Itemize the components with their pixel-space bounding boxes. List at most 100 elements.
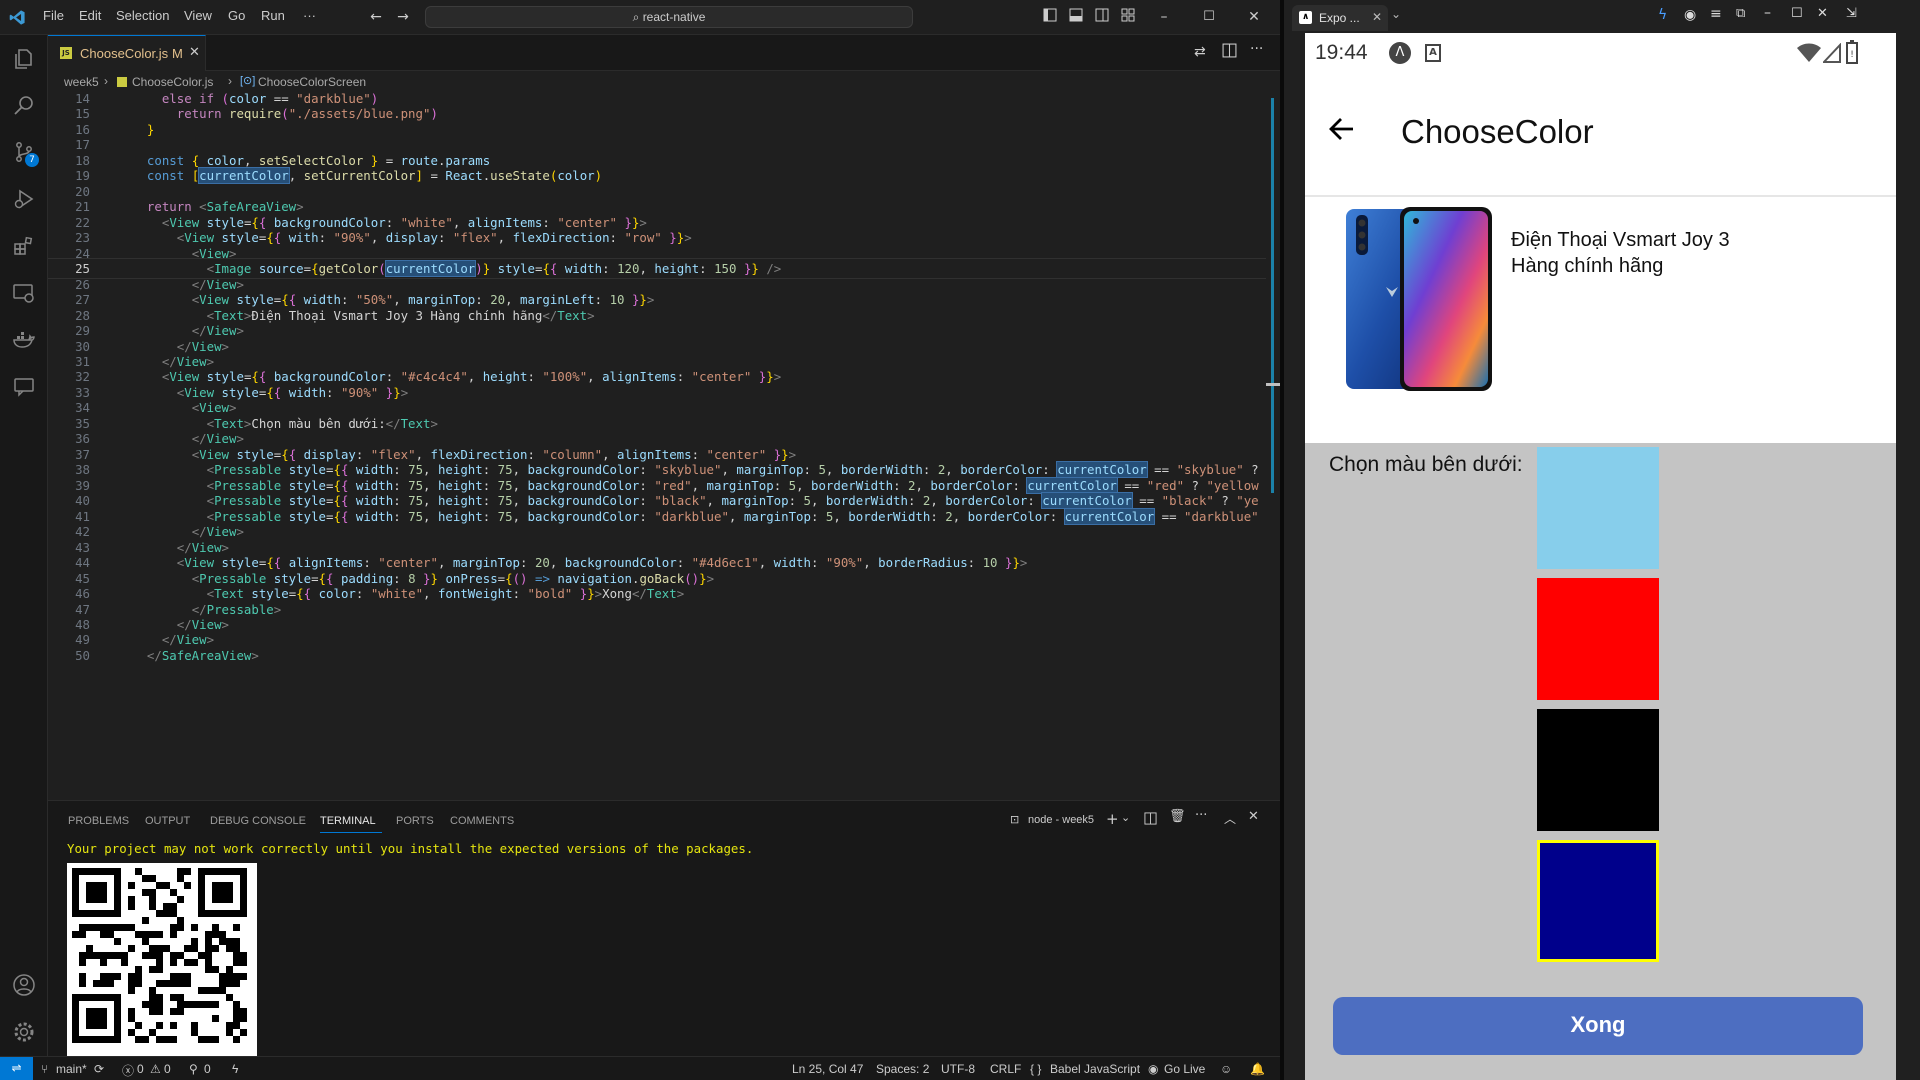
cursor-position[interactable]: Ln 25, Col 47 (792, 1062, 863, 1076)
source-control-icon[interactable]: 7 (12, 140, 39, 167)
swatch-darkblue[interactable] (1537, 840, 1659, 962)
branch-name[interactable]: main* (56, 1062, 87, 1076)
account-icon[interactable]: ◉ (1684, 7, 1696, 23)
split-editor-icon[interactable] (1222, 43, 1237, 62)
more-actions-icon[interactable]: ··· (1195, 808, 1207, 823)
restore-icon[interactable]: ⧉ (1736, 6, 1745, 21)
done-button[interactable]: Xong (1333, 997, 1863, 1055)
swatch-red[interactable] (1537, 578, 1659, 700)
android-a-icon: Λ (1389, 42, 1411, 64)
compare-changes-icon[interactable]: ⇄ (1194, 44, 1206, 60)
terminal-name[interactable]: node - week5 (1028, 814, 1094, 826)
flash-icon[interactable]: ϟ (232, 1062, 238, 1076)
remote-indicator-icon[interactable]: ⇌ (0, 1057, 33, 1080)
minimize-icon[interactable]: – (1155, 8, 1173, 26)
breadcrumb-file[interactable]: ChooseColor.js (132, 75, 213, 89)
bottom-panel: PROBLEMS OUTPUT DEBUG CONSOLE TERMINAL P… (48, 800, 1280, 1057)
wifi-icon (1797, 43, 1821, 62)
breadcrumb: week5 › ChooseColor.js › [⊙] ChooseColor… (48, 71, 1280, 93)
tab-debug-console[interactable]: DEBUG CONSOLE (210, 815, 306, 827)
close-window-icon[interactable]: ✕ (1245, 8, 1263, 26)
trash-icon[interactable]: 🗑 (1169, 809, 1186, 824)
maximize-icon[interactable]: ☐ (1791, 6, 1803, 21)
sync-icon[interactable]: ⟳ (94, 1062, 104, 1076)
chevron-down-icon[interactable]: ⌄ (1391, 7, 1401, 21)
maximize-icon[interactable]: ☐ (1200, 8, 1218, 26)
search-icon[interactable] (12, 93, 36, 117)
explorer-icon[interactable] (12, 47, 36, 71)
app-header: ChooseColor (1305, 75, 1896, 197)
tab-comments[interactable]: COMMENTS (450, 815, 514, 827)
pin-icon[interactable]: ⇲ (1846, 6, 1857, 21)
menu-more[interactable]: ··· (303, 8, 316, 23)
tab-choosecolor[interactable]: JS ChooseColor.js M ✕ (48, 35, 206, 71)
swatch-black[interactable] (1537, 709, 1659, 831)
bell-icon[interactable]: 🔔 (1250, 1062, 1265, 1076)
gear-icon[interactable] (12, 1020, 36, 1044)
tab-problems[interactable]: PROBLEMS (68, 815, 129, 827)
symbol-variable-icon: [⊙] (240, 75, 256, 87)
code-editor[interactable]: 14 else if (color == "darkblue") 15 retur… (48, 93, 1280, 792)
new-terminal-icon[interactable]: + (1106, 810, 1119, 828)
forward-arrow-icon[interactable]: → (394, 8, 412, 26)
close-window-icon[interactable]: ✕ (1817, 6, 1828, 21)
editor-scrollbar[interactable] (1266, 93, 1280, 792)
ports-count[interactable]: 0 (204, 1062, 211, 1076)
back-arrow-icon[interactable] (1329, 117, 1355, 141)
comments-icon[interactable] (12, 375, 36, 399)
status-bar: ⇌ ⑂ main* ⟳ ⓧ 0 ⚠ 0 ⚲ 0 ϟ Ln 25, Col 47 … (0, 1056, 1280, 1080)
chevron-right-icon: › (104, 74, 108, 88)
phone-screen: 19:44 Λ A ! ChooseColor Điện Thoại Vsmar… (1305, 33, 1896, 1080)
run-debug-icon[interactable] (12, 187, 36, 211)
swatch-skyblue[interactable] (1537, 447, 1659, 569)
menu-run[interactable]: Run (261, 8, 285, 23)
extensions-icon[interactable] (12, 234, 36, 258)
command-center[interactable]: ⌕ react-native (425, 6, 913, 28)
code-line[interactable]: 50 </SafeAreaView> (48, 646, 1280, 665)
go-live[interactable]: Go Live (1164, 1062, 1205, 1076)
cursor-marker (1266, 383, 1280, 386)
tab-output[interactable]: OUTPUT (145, 815, 190, 827)
more-actions-icon[interactable]: ··· (1250, 41, 1263, 57)
maximize-panel-icon[interactable]: ︿ (1224, 810, 1236, 827)
back-arrow-icon[interactable]: ← (367, 8, 385, 26)
warning-count[interactable]: 0 (164, 1062, 171, 1076)
toggle-sidebar-icon[interactable] (1041, 8, 1059, 26)
tab-expo[interactable]: ∧ Expo ... ✕ (1292, 5, 1388, 31)
chevron-down-icon[interactable]: ⌄ (1121, 811, 1130, 824)
error-count[interactable]: 0 (137, 1062, 144, 1076)
product-card: Điện Thoại Vsmart Joy 3 Hàng chính hãng (1305, 197, 1896, 443)
menu-view[interactable]: View (184, 8, 212, 23)
breadcrumb-folder[interactable]: week5 (64, 75, 99, 89)
broadcast-icon: ◉ (1148, 1062, 1159, 1076)
encoding[interactable]: UTF-8 (941, 1062, 975, 1076)
close-tab-icon[interactable]: ✕ (1372, 10, 1382, 24)
close-tab-icon[interactable]: ✕ (189, 45, 200, 60)
flash-icon[interactable]: ϟ (1658, 7, 1667, 23)
menu-edit[interactable]: Edit (79, 8, 101, 23)
close-panel-icon[interactable]: ✕ (1248, 809, 1259, 824)
toggle-secondary-sidebar-icon[interactable] (1093, 8, 1111, 26)
minimize-icon[interactable]: – (1764, 5, 1771, 21)
docker-icon[interactable] (12, 328, 36, 352)
account-icon[interactable] (12, 973, 36, 997)
tab-ports[interactable]: PORTS (396, 815, 434, 827)
customize-layout-icon[interactable] (1119, 8, 1137, 26)
toggle-panel-icon[interactable] (1067, 8, 1085, 26)
line-ending[interactable]: CRLF (990, 1062, 1021, 1076)
menu-go[interactable]: Go (228, 8, 245, 23)
split-terminal-icon[interactable] (1144, 810, 1157, 829)
tab-terminal[interactable]: TERMINAL (320, 815, 376, 827)
line-number: 50 (75, 647, 90, 663)
menu-file[interactable]: File (43, 8, 64, 23)
breadcrumb-symbol[interactable]: ChooseColorScreen (258, 75, 366, 89)
language-mode[interactable]: Babel JavaScript (1050, 1062, 1140, 1076)
indentation[interactable]: Spaces: 2 (876, 1062, 929, 1076)
copilot-icon[interactable]: ☺ (1220, 1062, 1232, 1076)
menu-icon[interactable]: ≡ (1710, 6, 1722, 22)
warning-icon: ⚠ (150, 1062, 161, 1076)
menu-selection[interactable]: Selection (116, 8, 169, 23)
remote-explorer-icon[interactable] (12, 281, 36, 305)
tab-title: Expo ... (1319, 11, 1360, 25)
chevron-right-icon: › (228, 74, 232, 88)
